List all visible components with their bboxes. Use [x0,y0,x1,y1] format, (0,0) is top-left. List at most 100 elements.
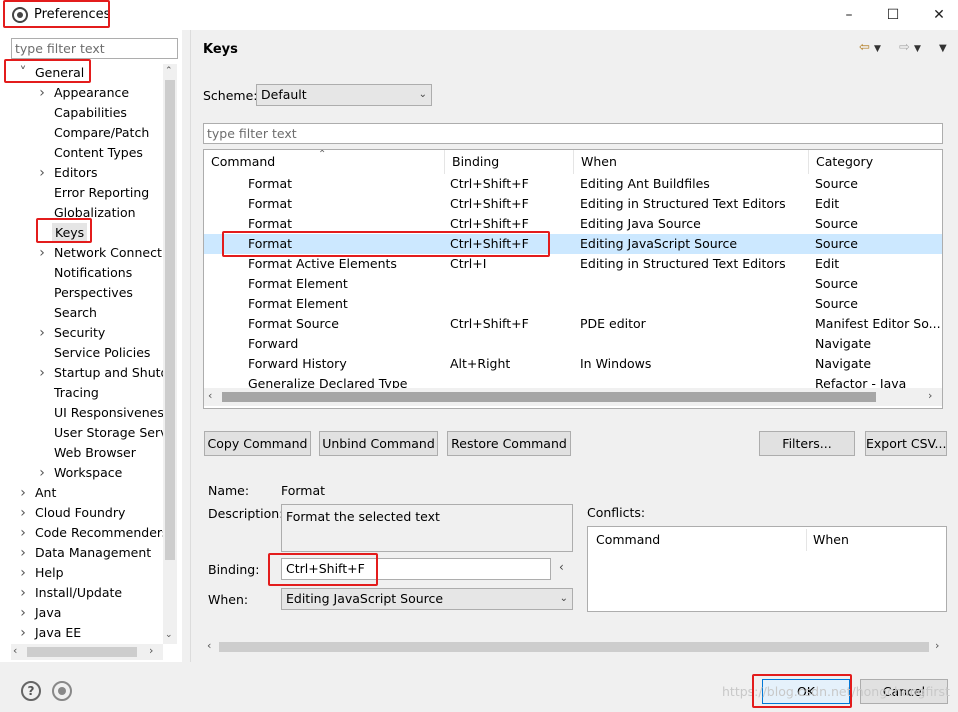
tree-item-network-connecti[interactable]: Network Connecti [54,243,163,263]
binding-input[interactable]: Ctrl+Shift+F [281,558,551,580]
tree-item-web-browser[interactable]: Web Browser [54,443,136,463]
conflicts-column-command[interactable]: Command [596,532,660,547]
tree-item-ui-responsiveness[interactable]: UI Responsiveness [54,403,163,423]
table-row[interactable]: Format Ctrl+Shift+F Editing JavaScript Sou… [204,234,942,254]
watermark-text: https://blog.csdn.net/hongchangfirst [722,684,950,699]
tree-item-install-update[interactable]: Install/Update [35,583,122,603]
copy-command-button[interactable]: Copy Command [204,431,311,456]
chevron-right-icon[interactable]: › [17,523,29,543]
table-row[interactable]: Forward Navigate [204,334,942,354]
forward-arrow-icon[interactable]: ⇨ ▼ [899,40,921,58]
tree-item-java-ee[interactable]: Java EE [35,623,81,643]
tree-item-workspace[interactable]: Workspace [54,463,122,483]
table-horizontal-scrollbar[interactable]: ‹ › [204,388,942,406]
view-menu-icon[interactable]: ▼ [939,43,947,61]
chevron-right-icon[interactable]: › [36,363,48,383]
when-select[interactable]: Editing JavaScript Source ⌄ [281,588,573,610]
tree-item-data-management[interactable]: Data Management [35,543,151,563]
scroll-thumb[interactable] [27,647,137,657]
scheme-select[interactable]: Default ⌄ [256,84,432,106]
tree-item-general[interactable]: General [35,63,84,83]
scroll-down-icon[interactable]: ⌄ [165,630,173,640]
export-csv-button[interactable]: Export CSV... [865,431,947,456]
binding-cell [450,274,575,294]
scroll-thumb[interactable] [219,642,929,652]
restore-command-button[interactable]: Restore Command [447,431,571,456]
chevron-right-icon[interactable]: › [36,83,48,103]
tree-item-security[interactable]: Security [54,323,105,343]
binding-options-icon[interactable]: ‹ [559,560,564,574]
chevron-right-icon[interactable]: › [17,623,29,643]
column-header-command[interactable]: Command ⌃ [204,150,445,174]
chevron-right-icon[interactable]: › [36,243,48,263]
table-row[interactable]: Format Ctrl+Shift+F Editing Ant Buildfiles… [204,174,942,194]
tree-item-appearance[interactable]: Appearance [54,83,129,103]
scroll-thumb[interactable] [165,80,175,560]
scroll-left-icon[interactable]: ‹ [13,644,17,657]
tree-item-globalization[interactable]: Globalization [54,203,136,223]
tree-item-ant[interactable]: Ant [35,483,56,503]
table-row[interactable]: Format Source Ctrl+Shift+F PDE editor Manif… [204,314,942,334]
chevron-right-icon[interactable]: › [17,563,29,583]
tree-item-keys[interactable]: Keys [52,223,88,243]
category-cell: Source [815,176,858,191]
tree-item-capabilities[interactable]: Capabilities [54,103,127,123]
maximize-icon[interactable]: ☐ [870,0,916,30]
import-export-icon[interactable] [52,681,72,701]
tree-item-content-types[interactable]: Content Types [54,143,143,163]
tree-item-help[interactable]: Help [35,563,64,583]
tree-item-compare-patch[interactable]: Compare/Patch [54,123,149,143]
category-cell: Source [815,216,858,231]
filters-button[interactable]: Filters... [759,431,855,456]
unbind-command-button[interactable]: Unbind Command [319,431,438,456]
scroll-right-icon[interactable]: › [935,639,939,652]
table-row[interactable]: Format Element Source [204,294,942,314]
chevron-right-icon[interactable]: › [36,463,48,483]
scroll-right-icon[interactable]: › [928,389,932,402]
tree-item-java[interactable]: Java [35,603,61,623]
tree-item-code-recommenders[interactable]: Code Recommenders [35,523,163,543]
help-icon[interactable]: ? [21,681,41,701]
chevron-right-icon[interactable]: › [17,603,29,623]
tree-item-tracing[interactable]: Tracing [54,383,99,403]
chevron-right-icon[interactable]: › [17,503,29,523]
column-header-when[interactable]: When [574,150,809,174]
scroll-left-icon[interactable]: ‹ [208,389,212,402]
chevron-right-icon[interactable]: › [36,323,48,343]
tree-item-perspectives[interactable]: Perspectives [54,283,133,303]
tree-item-service-policies[interactable]: Service Policies [54,343,150,363]
tree-filter-input[interactable]: type filter text [11,38,178,59]
scroll-left-icon[interactable]: ‹ [207,639,211,652]
back-arrow-icon[interactable]: ⇦ ▼ [859,40,881,58]
scroll-up-icon[interactable]: ⌃ [165,66,173,76]
tree-item-user-storage-serv[interactable]: User Storage Serv [54,423,163,443]
chevron-right-icon[interactable]: › [17,583,29,603]
tree-item-search[interactable]: Search [54,303,97,323]
table-row[interactable]: Format Ctrl+Shift+F Editing in Structured … [204,194,942,214]
table-row[interactable]: Format Element Source [204,274,942,294]
chevron-down-icon[interactable]: ˅ [17,63,29,83]
tree-item-startup-and-shutd[interactable]: Startup and Shutd [54,363,163,383]
conflicts-column-when[interactable]: When [813,532,849,547]
column-header-category[interactable]: Category [809,150,942,174]
chevron-right-icon[interactable]: › [36,163,48,183]
keys-filter-input[interactable]: type filter text [203,123,943,144]
chevron-right-icon[interactable]: › [17,483,29,503]
chevron-right-icon[interactable]: › [17,543,29,563]
tree-item-editors[interactable]: Editors [54,163,98,183]
scroll-thumb[interactable] [222,392,876,402]
table-row[interactable]: Format Active Elements Ctrl+I Editing in S… [204,254,942,274]
column-header-binding[interactable]: Binding [445,150,574,174]
tree-horizontal-scrollbar[interactable]: ‹ › [11,644,163,660]
table-row[interactable]: Format Ctrl+Shift+F Editing Java Source Sou… [204,214,942,234]
minimize-icon[interactable]: – [826,0,872,30]
table-row[interactable]: Forward History Alt+Right In Windows Naviga… [204,354,942,374]
page-horizontal-scrollbar[interactable]: ‹ › [203,638,947,656]
tree-item-cloud-foundry[interactable]: Cloud Foundry [35,503,125,523]
scroll-right-icon[interactable]: › [149,644,153,657]
tree-item-error-reporting[interactable]: Error Reporting [54,183,149,203]
table-vertical-scrollbar[interactable] [942,174,943,388]
tree-vertical-scrollbar[interactable]: ⌃ ⌄ [163,64,177,644]
tree-item-notifications[interactable]: Notifications [54,263,132,283]
close-icon[interactable]: ✕ [916,0,958,30]
